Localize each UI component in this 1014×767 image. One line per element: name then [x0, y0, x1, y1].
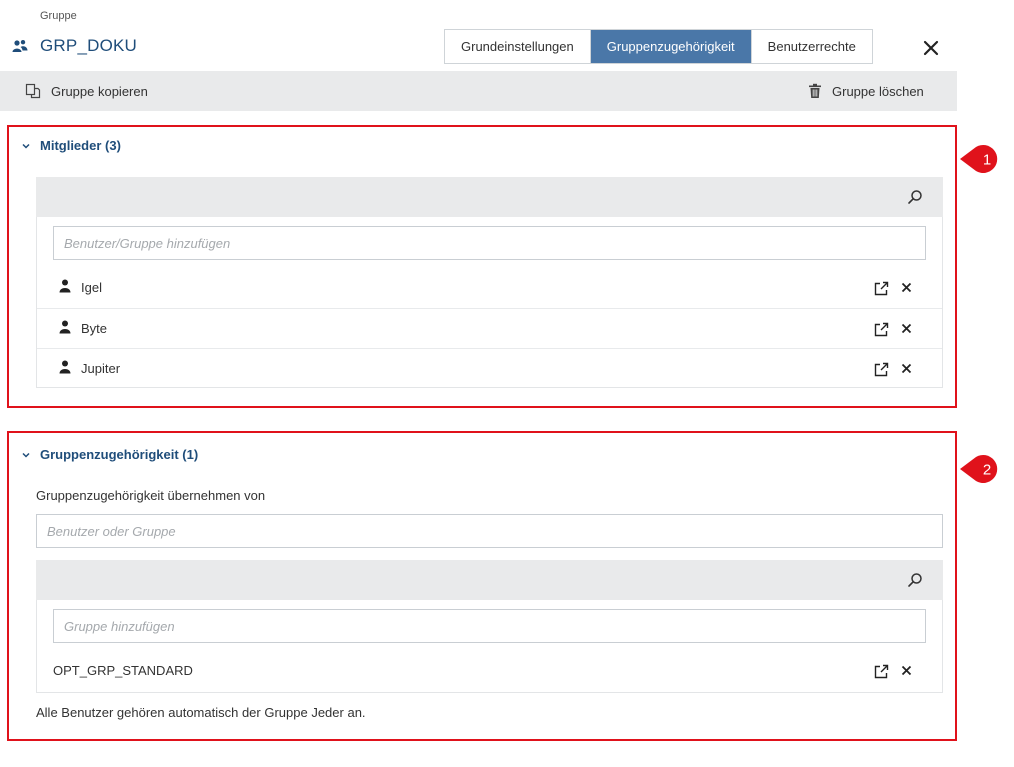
tab-grundeinstellungen[interactable]: Grundeinstellungen	[445, 30, 590, 63]
add-member-field[interactable]	[53, 226, 926, 260]
add-group-field[interactable]	[53, 609, 926, 643]
tab-gruppenzugehoerigkeit[interactable]: Gruppenzugehörigkeit	[589, 30, 751, 63]
callout-badge-1-label: 1	[983, 152, 991, 169]
copy-group-button[interactable]: Gruppe kopieren	[25, 83, 148, 99]
remove-icon[interactable]	[901, 323, 912, 334]
list-item: Byte	[37, 308, 942, 348]
open-external-icon[interactable]	[874, 322, 889, 337]
user-icon	[59, 320, 71, 334]
page-header: GRP_DOKU	[12, 36, 137, 56]
close-icon[interactable]	[921, 38, 941, 58]
membership-section: Gruppenzugehörigkeit (1) Gruppenzugehöri…	[7, 431, 957, 741]
trash-icon	[809, 83, 821, 98]
add-group-input[interactable]	[64, 618, 925, 634]
open-external-icon[interactable]	[874, 664, 889, 679]
membership-section-title: Gruppenzugehörigkeit (1)	[40, 447, 199, 462]
members-list: Igel Byte	[36, 217, 943, 388]
callout-badge-1: 1	[960, 145, 998, 173]
members-section-title: Mitglieder (3)	[40, 138, 121, 153]
members-section: Mitglieder (3) Igel	[7, 125, 957, 408]
breadcrumb: Gruppe	[40, 10, 77, 22]
inherit-from-input[interactable]	[47, 523, 942, 539]
delete-group-label: Gruppe löschen	[832, 83, 924, 99]
inherit-from-field[interactable]	[36, 514, 943, 548]
member-name: Jupiter	[81, 361, 121, 376]
list-item: Igel	[37, 268, 942, 308]
inherit-label: Gruppenzugehörigkeit übernehmen von	[36, 488, 266, 503]
membership-list: OPT_GRP_STANDARD	[36, 600, 943, 693]
remove-icon[interactable]	[901, 363, 912, 374]
chevron-down-icon	[22, 143, 30, 149]
search-icon[interactable]	[907, 572, 923, 588]
membership-note: Alle Benutzer gehören automatisch der Gr…	[36, 705, 366, 720]
remove-icon[interactable]	[901, 282, 912, 293]
toolbar: Gruppe kopieren Gruppe löschen	[0, 71, 957, 111]
group-name: OPT_GRP_STANDARD	[53, 663, 193, 678]
search-icon[interactable]	[907, 189, 923, 205]
membership-search-bar	[36, 560, 943, 600]
user-icon	[59, 279, 71, 293]
delete-group-button[interactable]: Gruppe löschen	[808, 83, 924, 99]
callout-badge-2: 2	[960, 455, 998, 483]
members-search-bar	[36, 177, 943, 217]
copy-icon	[25, 83, 41, 99]
member-name: Byte	[81, 321, 108, 336]
copy-group-label: Gruppe kopieren	[51, 83, 148, 99]
open-external-icon[interactable]	[874, 281, 889, 296]
group-icon	[12, 40, 28, 52]
list-item: OPT_GRP_STANDARD	[37, 651, 942, 691]
chevron-down-icon	[22, 452, 30, 458]
membership-section-header[interactable]: Gruppenzugehörigkeit (1)	[21, 447, 198, 462]
tab-benutzerrechte[interactable]: Benutzerrechte	[750, 30, 872, 63]
user-icon	[59, 360, 71, 374]
list-item: Jupiter	[37, 348, 942, 388]
callout-badge-2-label: 2	[983, 462, 991, 479]
tab-bar: Grundeinstellungen Gruppenzugehörigkeit …	[444, 29, 873, 64]
page-title: GRP_DOKU	[40, 36, 138, 55]
members-section-header[interactable]: Mitglieder (3)	[21, 138, 121, 153]
member-name: Igel	[81, 280, 102, 295]
open-external-icon[interactable]	[874, 362, 889, 377]
add-member-input[interactable]	[64, 235, 925, 251]
remove-icon[interactable]	[901, 665, 912, 676]
